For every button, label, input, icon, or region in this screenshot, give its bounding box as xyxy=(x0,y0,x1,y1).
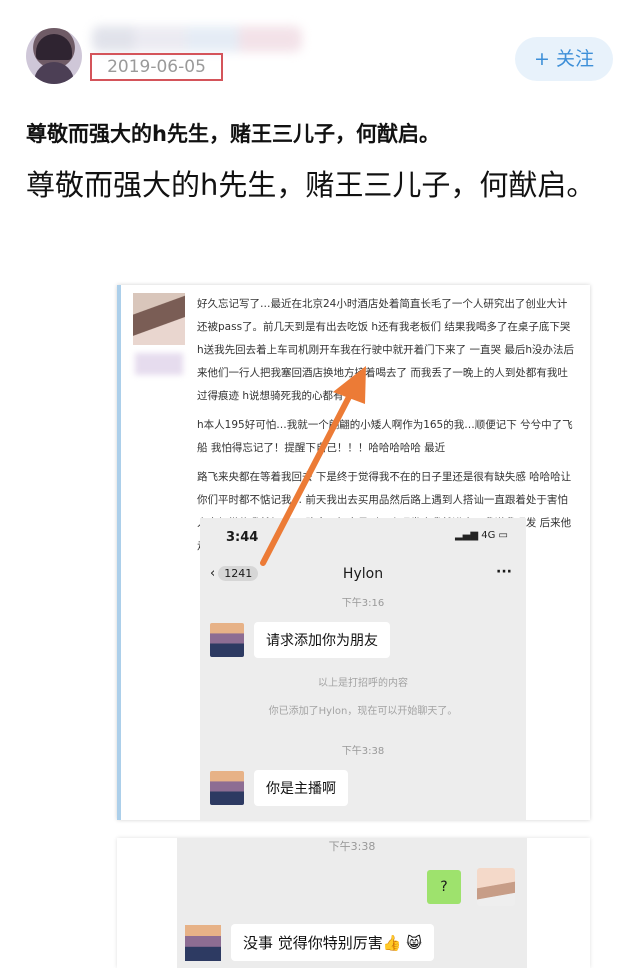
embedded-image-1[interactable]: 好久忘记写了…最近在北京24小时酒店处着简直长毛了一个人研究出了创业大计还被pa… xyxy=(117,285,590,820)
follow-button[interactable]: + 关注 xyxy=(515,37,613,81)
system-message: 你已添加了Hylon，现在可以开始聊天了。 xyxy=(268,706,458,717)
card-edge xyxy=(117,285,121,820)
contact-avatar xyxy=(185,924,221,961)
sent-bubble: ? xyxy=(427,870,461,904)
signal-icon: ▂▄▆ 4G ▭ xyxy=(454,530,508,541)
contact-avatar xyxy=(210,771,244,805)
avatar-hair xyxy=(36,34,72,60)
embedded-image-2[interactable]: 下午3:38 ? 没事 觉得你特别厉害👍 😸 xyxy=(117,838,590,968)
post-date: 2019-06-05 xyxy=(107,57,206,77)
author-avatar[interactable] xyxy=(26,28,82,84)
status-time: 3:44 xyxy=(226,530,259,545)
system-message: 以上是打招呼的内容 xyxy=(318,678,408,689)
post-text-large: 尊敬而强大的h先生，赌王三儿子，何猷启。 xyxy=(26,168,596,202)
chat-message: 没事 觉得你特别厉害👍 😸 xyxy=(185,924,434,961)
chat-message: 你是主播啊 xyxy=(210,770,348,806)
post-paragraph: 好久忘记写了…最近在北京24小时酒店处着简直长毛了一个人研究出了创业大计还被pa… xyxy=(197,298,574,402)
message-bubble: 请求添加你为朋友 xyxy=(254,622,390,658)
contact-avatar xyxy=(210,623,244,657)
chat-timestamp: 下午3:38 xyxy=(341,746,385,757)
more-icon[interactable]: ··· xyxy=(496,564,512,580)
blurred-username[interactable] xyxy=(92,26,302,52)
wechat-screenshot: 3:44 ▂▄▆ 4G ▭ ‹ 1241 Hylon ··· 下午3:16 请求添… xyxy=(200,518,526,820)
chat-navbar: ‹ 1241 Hylon ··· xyxy=(200,558,526,592)
network-type: 4G xyxy=(481,530,496,541)
blurred-name xyxy=(135,353,183,375)
chat-title: Hylon xyxy=(342,566,384,582)
message-bubble: 你是主播啊 xyxy=(254,770,348,806)
status-bar: 3:44 ▂▄▆ 4G ▭ xyxy=(200,518,526,556)
avatar-body xyxy=(34,62,74,84)
chat-message: 请求添加你为朋友 xyxy=(210,622,390,658)
post-paragraph: h本人195好可怕…我就一个翩翩的小矮人啊作为165的我…顺便记下 兮兮中了飞船… xyxy=(197,419,573,454)
weibo-avatar xyxy=(133,293,185,345)
user-avatar xyxy=(477,868,515,906)
date-highlight-box: 2019-06-05 xyxy=(90,53,223,81)
post-text-bold: 尊敬而强大的h先生，赌王三儿子，何猷启。 xyxy=(26,122,440,146)
chat-timestamp: 下午3:38 xyxy=(328,840,376,853)
chat-timestamp: 下午3:16 xyxy=(341,598,385,609)
message-bubble: 没事 觉得你特别厉害👍 😸 xyxy=(231,924,434,961)
